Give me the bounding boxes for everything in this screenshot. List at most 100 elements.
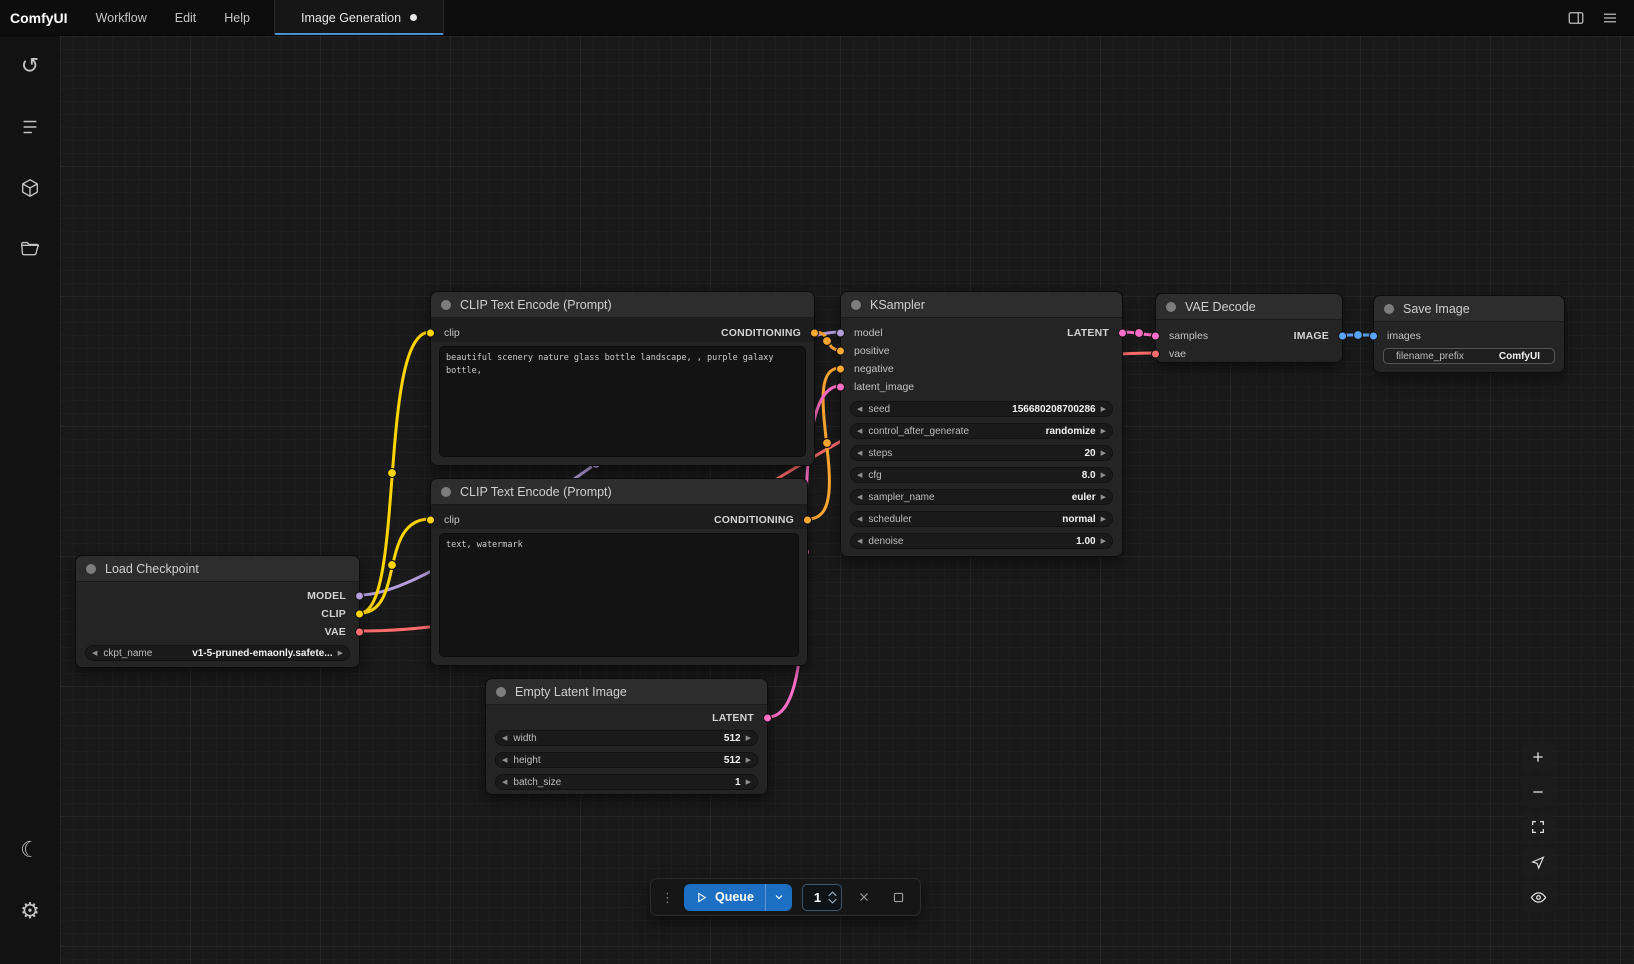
widget-sampler-name[interactable]: sampler_name euler [850, 489, 1113, 505]
menu-help[interactable]: Help [210, 0, 264, 35]
input-port-positive[interactable] [836, 347, 845, 356]
collapse-dot-icon[interactable] [496, 687, 506, 697]
input-port-negative[interactable] [836, 365, 845, 374]
decrement-arrow-icon[interactable] [502, 735, 507, 742]
collapse-dot-icon[interactable] [441, 300, 451, 310]
tab-image-generation[interactable]: Image Generation [275, 0, 444, 35]
link-midpoint-dot[interactable] [823, 337, 832, 346]
menu-workflow[interactable]: Workflow [82, 0, 161, 35]
widget-height[interactable]: height 512 [495, 752, 758, 768]
collapse-dot-icon[interactable] [441, 487, 451, 497]
widget-ckpt-name[interactable]: ckpt_name v1-5-pruned-emaonly.safete... [85, 645, 350, 661]
prompt-textarea[interactable]: beautiful scenery nature glass bottle la… [439, 346, 806, 457]
theme-toggle-icon[interactable]: ☾ [8, 828, 52, 872]
input-port-vae[interactable] [1151, 350, 1160, 359]
node-header[interactable]: CLIP Text Encode (Prompt) [431, 292, 814, 318]
output-port-model[interactable] [355, 592, 364, 601]
widget-steps[interactable]: steps 20 [850, 445, 1113, 461]
node-save-image[interactable]: Save Image images filename_prefix ComfyU… [1373, 295, 1565, 373]
decrement-arrow-icon[interactable] [857, 450, 862, 457]
widget-width[interactable]: width 512 [495, 730, 758, 746]
decrement-arrow-icon[interactable] [502, 757, 507, 764]
decrement-arrow-icon[interactable] [857, 406, 862, 413]
workflows-folder-icon[interactable] [8, 227, 52, 271]
node-load-checkpoint[interactable]: Load Checkpoint MODEL CLIP VAE ckpt_name… [75, 555, 360, 668]
stop-icon[interactable] [886, 885, 910, 909]
increment-arrow-icon[interactable] [1101, 472, 1106, 479]
decrement-arrow-icon[interactable] [857, 494, 862, 501]
node-library-icon[interactable] [8, 105, 52, 149]
link-midpoint-dot[interactable] [388, 561, 397, 570]
increment-arrow-icon[interactable] [746, 779, 751, 786]
node-header[interactable]: Empty Latent Image [486, 679, 767, 705]
node-vae-decode[interactable]: VAE Decode samples IMAGE vae [1155, 293, 1343, 363]
queue-button[interactable]: Queue [684, 884, 792, 911]
increment-arrow-icon[interactable] [1101, 494, 1106, 501]
input-port-model[interactable] [836, 329, 845, 338]
widget-cfg[interactable]: cfg 8.0 [850, 467, 1113, 483]
step-down-icon[interactable] [828, 898, 837, 904]
drag-handle-icon[interactable] [661, 891, 674, 904]
increment-arrow-icon[interactable] [1101, 516, 1106, 523]
decrement-arrow-icon[interactable] [857, 516, 862, 523]
collapse-dot-icon[interactable] [86, 564, 96, 574]
widget-batch-size[interactable]: batch_size 1 [495, 774, 758, 790]
increment-arrow-icon[interactable] [1101, 538, 1106, 545]
widget-control-after-generate[interactable]: control_after_generate randomize [850, 423, 1113, 439]
node-header[interactable]: KSampler [841, 292, 1122, 318]
toggle-links-eye-icon[interactable] [1522, 882, 1554, 912]
link-midpoint-dot[interactable] [388, 469, 397, 478]
app-logo[interactable]: ComfyUI [0, 10, 82, 26]
node-clip-text-encode-negative[interactable]: CLIP Text Encode (Prompt) clip CONDITION… [430, 478, 808, 666]
input-port-clip[interactable] [426, 516, 435, 525]
increment-arrow-icon[interactable] [746, 735, 751, 742]
widget-scheduler[interactable]: scheduler normal [850, 511, 1113, 527]
input-port-clip[interactable] [426, 329, 435, 338]
queue-options-chevron-icon[interactable] [766, 884, 792, 911]
pan-mode-icon[interactable] [1522, 847, 1554, 877]
increment-arrow-icon[interactable] [338, 650, 343, 657]
increment-arrow-icon[interactable] [1101, 428, 1106, 435]
node-ksampler[interactable]: KSampler model LATENT positive negative … [840, 291, 1123, 557]
output-port-image[interactable] [1338, 332, 1347, 341]
widget-seed[interactable]: seed 156680208700286 [850, 401, 1113, 417]
increment-arrow-icon[interactable] [1101, 406, 1106, 413]
collapse-dot-icon[interactable] [1166, 302, 1176, 312]
output-port-latent[interactable] [1118, 329, 1127, 338]
clear-queue-icon[interactable] [852, 885, 876, 909]
output-port-latent[interactable] [763, 714, 772, 723]
link-midpoint-dot[interactable] [1354, 331, 1363, 340]
output-port-conditioning[interactable] [810, 329, 819, 338]
decrement-arrow-icon[interactable] [92, 650, 97, 657]
zoom-out-icon[interactable] [1522, 777, 1554, 807]
hamburger-menu-icon[interactable] [1596, 4, 1624, 32]
graph-canvas[interactable]: Load Checkpoint MODEL CLIP VAE ckpt_name… [60, 36, 1634, 964]
decrement-arrow-icon[interactable] [502, 779, 507, 786]
node-empty-latent-image[interactable]: Empty Latent Image LATENT width 512 heig… [485, 678, 768, 795]
node-header[interactable]: Load Checkpoint [76, 556, 359, 582]
decrement-arrow-icon[interactable] [857, 428, 862, 435]
model-library-icon[interactable] [8, 166, 52, 210]
collapse-dot-icon[interactable] [851, 300, 861, 310]
link-midpoint-dot[interactable] [1135, 329, 1144, 338]
node-header[interactable]: Save Image [1374, 296, 1564, 322]
prompt-textarea[interactable]: text, watermark [439, 533, 799, 657]
increment-arrow-icon[interactable] [746, 757, 751, 764]
widget-filename-prefix[interactable]: filename_prefix ComfyUI [1383, 348, 1555, 364]
decrement-arrow-icon[interactable] [857, 472, 862, 479]
fit-view-icon[interactable] [1522, 812, 1554, 842]
collapse-dot-icon[interactable] [1384, 304, 1394, 314]
node-header[interactable]: CLIP Text Encode (Prompt) [431, 479, 807, 505]
output-port-vae[interactable] [355, 628, 364, 637]
zoom-in-icon[interactable] [1522, 742, 1554, 772]
settings-gear-icon[interactable]: ⚙ [8, 889, 52, 933]
batch-count-stepper[interactable]: 1 [802, 884, 842, 911]
step-up-icon[interactable] [828, 891, 837, 897]
output-port-clip[interactable] [355, 610, 364, 619]
node-clip-text-encode-positive[interactable]: CLIP Text Encode (Prompt) clip CONDITION… [430, 291, 815, 466]
link-midpoint-dot[interactable] [823, 439, 832, 448]
workflow-history-icon[interactable]: ↺ [8, 44, 52, 88]
input-port-images[interactable] [1369, 332, 1378, 341]
output-port-conditioning[interactable] [803, 516, 812, 525]
decrement-arrow-icon[interactable] [857, 538, 862, 545]
